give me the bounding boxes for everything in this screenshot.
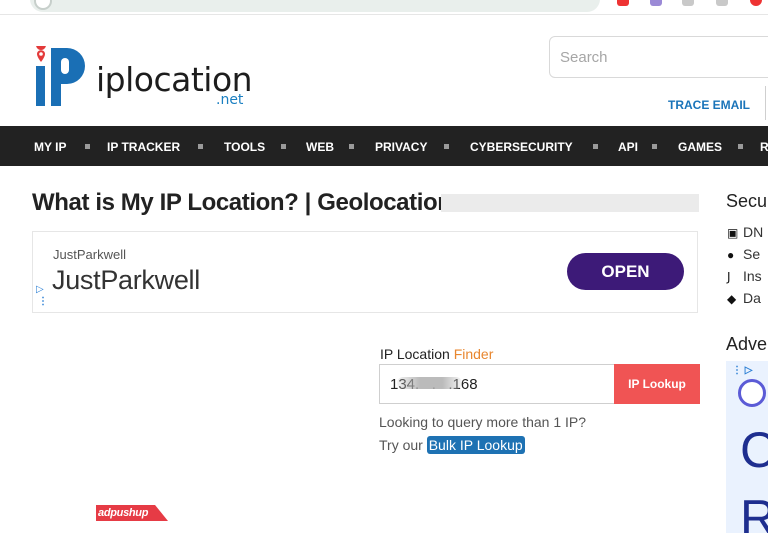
search-box[interactable]: [549, 36, 768, 78]
try-our-text: Try our: [379, 437, 423, 453]
ip-redaction-blur: [397, 377, 462, 389]
profile-icon[interactable]: [750, 0, 762, 6]
sidebar-item-insights[interactable]: Ϳ Ins: [727, 268, 762, 284]
ad-open-button[interactable]: OPEN: [567, 253, 684, 290]
title-placeholder-bar: [441, 194, 699, 212]
ip-lookup-button[interactable]: IP Lookup: [614, 364, 700, 404]
nav-separator: [85, 144, 90, 149]
sidebar-ad[interactable]: ⋮ ▷ C R: [726, 361, 768, 533]
ad-advertiser-label: JustParkwell: [53, 247, 126, 262]
sidebar-item-dns[interactable]: ▣ DN: [727, 224, 763, 240]
bulk-ip-lookup-link[interactable]: Bulk IP Lookup: [426, 436, 525, 454]
ad-choices-icon[interactable]: ▷: [36, 284, 44, 295]
nav-item-privacy[interactable]: PRIVACY: [375, 140, 427, 154]
finder-label-prefix: IP Location: [380, 346, 450, 362]
extension-icon[interactable]: [617, 0, 629, 6]
trace-email-link[interactable]: TRACE EMAIL: [668, 98, 750, 112]
ad-banner[interactable]: JustParkwell JustParkwell OPEN ▷ ⋮: [32, 231, 698, 313]
finder-label-accent: Finder: [453, 346, 494, 362]
browser-toolbar: [0, 0, 768, 14]
sidebar-security-heading: Secu: [726, 191, 768, 211]
ad-logo-icon: [738, 379, 766, 407]
bulk-try-line: Try our Bulk IP Lookup: [379, 436, 525, 454]
page-title: What is My IP Location? | Geolocation: [32, 189, 452, 216]
ad-menu-icon[interactable]: ⋮: [38, 297, 48, 307]
sidebar-item-security[interactable]: ● Se: [727, 246, 760, 262]
sidebar-item-data[interactable]: ◆ Da: [727, 290, 761, 306]
extension-icon[interactable]: [650, 0, 662, 6]
ad-headline[interactable]: JustParkwell: [52, 265, 200, 296]
nav-separator: [349, 144, 354, 149]
site-logo[interactable]: iplocation .net: [34, 46, 254, 110]
nav-item-more[interactable]: R: [760, 140, 768, 154]
user-icon: ●: [727, 248, 735, 262]
ad-letter: C: [740, 422, 768, 478]
ip-finder-label: IP Location Finder: [380, 346, 493, 362]
logo-suffix: .net: [216, 92, 244, 108]
nav-separator: [281, 144, 286, 149]
nav-separator: [652, 144, 657, 149]
nav-item-my-ip[interactable]: MY IP: [34, 140, 66, 154]
nav-separator: [738, 144, 743, 149]
nav-item-cybersecurity[interactable]: CYBERSECURITY: [470, 140, 573, 154]
ad-choices-icon[interactable]: ⋮ ▷: [732, 365, 752, 376]
nav-item-tools[interactable]: TOOLS: [224, 140, 265, 154]
nav-separator: [444, 144, 449, 149]
main-nav: MY IP IP TRACKER TOOLS WEB PRIVACY CYBER…: [0, 126, 768, 166]
hook-icon: Ϳ: [727, 270, 731, 284]
header-divider: [765, 86, 766, 120]
nav-item-games[interactable]: GAMES: [678, 140, 722, 154]
nav-item-api[interactable]: API: [618, 140, 638, 154]
adpushup-badge[interactable]: adpushup: [96, 505, 168, 521]
extension-icon[interactable]: [682, 0, 694, 6]
address-bar[interactable]: [30, 0, 600, 12]
nav-item-ip-tracker[interactable]: IP TRACKER: [107, 140, 180, 154]
search-input[interactable]: [550, 37, 768, 77]
nav-separator: [198, 144, 203, 149]
site-info-icon[interactable]: [34, 0, 52, 10]
extension-icon[interactable]: [716, 0, 728, 6]
shield-icon: ◆: [727, 292, 737, 306]
dns-icon: ▣: [727, 226, 739, 240]
logo-mark-icon: [36, 46, 85, 106]
toolbar-divider: [0, 14, 768, 15]
nav-separator: [593, 144, 598, 149]
sidebar-ads-heading: Adve: [726, 334, 768, 354]
bulk-query-prompt: Looking to query more than 1 IP?: [379, 414, 587, 430]
ad-letter: R: [740, 490, 768, 533]
nav-item-web[interactable]: WEB: [306, 140, 334, 154]
